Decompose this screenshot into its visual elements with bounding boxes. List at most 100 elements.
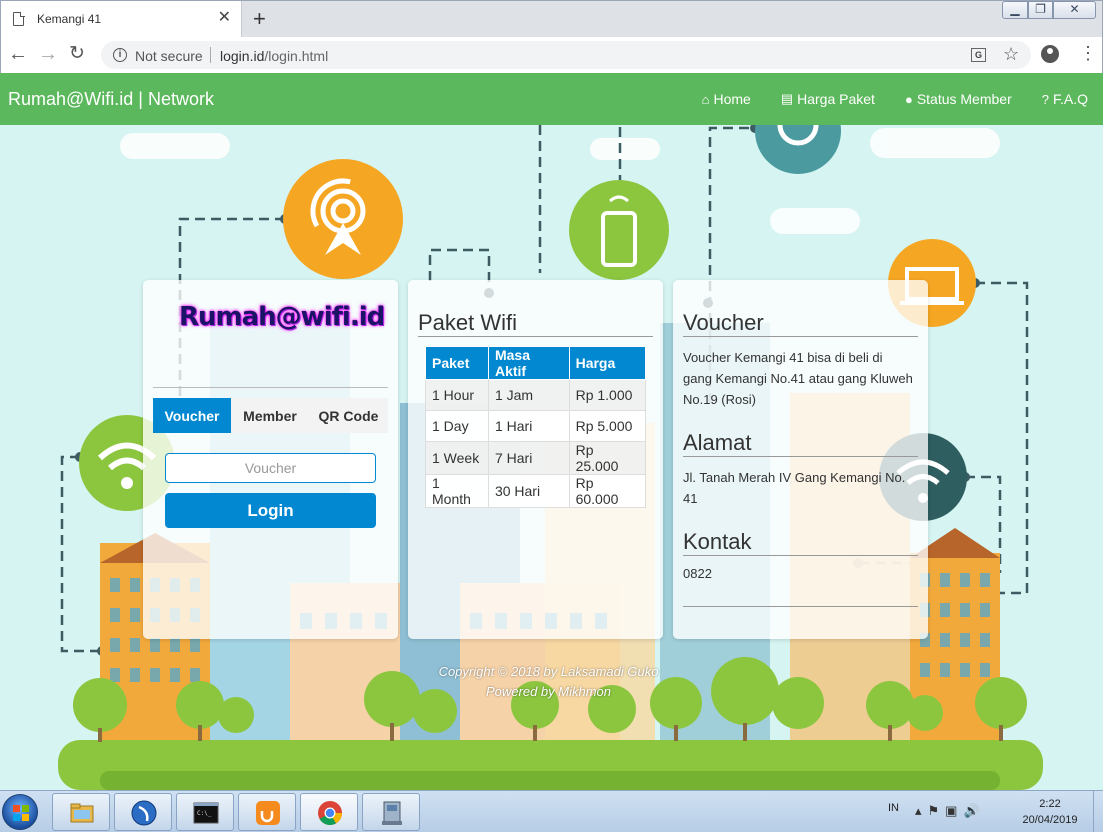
divider xyxy=(683,555,918,556)
maximize-button[interactable]: ❐ xyxy=(1028,1,1053,19)
clock-time: 2:22 xyxy=(1039,798,1061,810)
tab-member[interactable]: Member xyxy=(231,398,309,433)
login-panel: Rumah@wifi.id Voucher Member QR Code Log… xyxy=(143,280,398,639)
url-text[interactable]: login.id/login.html xyxy=(220,48,328,64)
site-logo: Rumah@wifi.id xyxy=(179,302,385,332)
omnibox-divider xyxy=(210,47,211,63)
paket-panel: Paket Wifi Paket Masa Aktif Harga 1 Hour… xyxy=(408,280,663,639)
nav-links: ⌂ Home ▤ Harga Paket ● Status Member ? F… xyxy=(687,73,1103,125)
window-controls: ▁ ❐ ✕ xyxy=(1002,1,1096,21)
top-navbar: Rumah@Wifi.id | Network ⌂ Home ▤ Harga P… xyxy=(0,73,1103,125)
nav-status-member[interactable]: ● Status Member xyxy=(890,73,1027,125)
nav-home-label: Home xyxy=(713,91,751,107)
bookmark-star-icon[interactable]: ☆ xyxy=(1003,44,1019,65)
language-indicator[interactable]: IN xyxy=(888,802,899,814)
paket-table: Paket Masa Aktif Harga 1 Hour 1 Jam Rp 1… xyxy=(425,346,647,508)
kebab-menu-icon[interactable]: ⋮ xyxy=(1079,43,1097,63)
table-cell: 30 Hari xyxy=(487,474,570,508)
powered-by-text: Powered by Mikhmon xyxy=(486,684,611,699)
browser-toolbar: ← → ↻ i Not secure login.id/login.html G… xyxy=(0,37,1103,73)
brand-title[interactable]: Rumah@Wifi.id | Network xyxy=(8,89,214,110)
copyright-text: Copyright © 2018 by Laksamadi Guko xyxy=(438,664,659,679)
table-cell: 1 Hour xyxy=(425,379,489,411)
show-desktop-button[interactable] xyxy=(1093,791,1103,832)
system-tray-icons[interactable]: ▴⚑▣🔊 xyxy=(915,803,986,819)
alamat-text: Jl. Tanah Merah IV Gang Kemangi No. 41 xyxy=(683,470,906,506)
tab-voucher[interactable]: Voucher xyxy=(153,398,231,433)
info-panel: Voucher Voucher Kemangi 41 bisa di beli … xyxy=(673,280,928,639)
divider xyxy=(683,456,918,457)
paket-title: Paket Wifi xyxy=(418,310,518,335)
table-cell: 1 Month xyxy=(425,474,489,508)
info-icon[interactable]: i xyxy=(113,48,127,62)
url-path: /login.html xyxy=(264,48,329,64)
browser-tab-strip: Kemangi 41 ✕ + ▁ ❐ ✕ xyxy=(0,0,1103,38)
taskbar-uc-browser[interactable] xyxy=(238,793,296,831)
voucher-description: Voucher Kemangi 41 bisa di beli di gang … xyxy=(683,350,913,407)
divider xyxy=(153,387,388,388)
column-header: Harga xyxy=(568,346,647,380)
app-circle-icon xyxy=(131,800,157,826)
url-host: login.id xyxy=(220,48,265,64)
tab-title: Kemangi 41 xyxy=(37,12,102,26)
taskbar: C:\_ IN ▴⚑▣🔊 2:22 20/04/2019 xyxy=(0,790,1103,832)
forward-arrow-icon[interactable]: → xyxy=(38,43,58,65)
taskbar-network-app[interactable] xyxy=(362,793,420,831)
windows-logo-icon xyxy=(13,805,29,821)
table-cell: Rp 25.000 xyxy=(568,441,647,475)
voucher-heading: Voucher xyxy=(683,310,764,335)
address-bar[interactable]: i Not secure login.id/login.html G ☆ xyxy=(101,41,1031,69)
taskbar-app-blue[interactable] xyxy=(114,793,172,831)
tab-qr-code[interactable]: QR Code xyxy=(309,398,388,433)
table-cell: Rp 5.000 xyxy=(568,410,647,442)
table-row: 1 Hour 1 Jam Rp 1.000 xyxy=(425,379,647,411)
clock-date: 20/04/2019 xyxy=(1022,814,1078,826)
translate-icon[interactable]: G xyxy=(971,48,986,62)
table-cell: 1 Day xyxy=(425,410,489,442)
table-cell: 1 Hari xyxy=(487,410,570,442)
nav-harga-paket-label: Harga Paket xyxy=(797,91,875,107)
minimize-button[interactable]: ▁ xyxy=(1002,1,1028,19)
table-header-row: Paket Masa Aktif Harga xyxy=(425,346,647,380)
folder-icon xyxy=(70,803,94,823)
taskbar-explorer[interactable] xyxy=(52,793,110,831)
reload-icon[interactable]: ↻ xyxy=(69,43,85,65)
taskbar-clock[interactable]: 2:22 20/04/2019 xyxy=(1014,796,1086,828)
question-icon: ? xyxy=(1041,91,1049,107)
taskbar-cmd[interactable]: C:\_ xyxy=(176,793,234,831)
close-window-button[interactable]: ✕ xyxy=(1053,1,1096,19)
kontak-text: 0822 xyxy=(683,566,712,581)
footer: Copyright © 2018 by Laksamadi Guko Power… xyxy=(0,662,1097,702)
login-tabs: Voucher Member QR Code xyxy=(153,398,388,433)
table-row: 1 Month 30 Hari Rp 60.000 xyxy=(425,474,647,508)
home-icon: ⌂ xyxy=(701,91,710,107)
taskbar-chrome[interactable] xyxy=(300,793,358,831)
table-cell: Rp 60.000 xyxy=(568,474,647,508)
start-button[interactable] xyxy=(2,794,38,830)
computer-icon xyxy=(382,801,402,825)
column-header: Masa Aktif xyxy=(487,346,570,380)
new-tab-button[interactable]: + xyxy=(253,6,266,32)
tab-close-button[interactable]: ✕ xyxy=(218,9,231,27)
page-content: Rumah@Wifi.id | Network ⌂ Home ▤ Harga P… xyxy=(0,73,1103,790)
divider xyxy=(683,606,918,607)
table-row: 1 Week 7 Hari Rp 25.000 xyxy=(425,441,647,475)
security-label: Not secure xyxy=(135,48,203,64)
login-button[interactable]: Login xyxy=(165,493,376,528)
ground-shadow xyxy=(100,771,1000,790)
page-icon xyxy=(13,11,25,26)
browser-tab[interactable]: Kemangi 41 ✕ xyxy=(1,1,242,38)
nav-harga-paket[interactable]: ▤ Harga Paket xyxy=(766,73,890,125)
list-icon: ▤ xyxy=(780,91,794,106)
svg-text:C:\_: C:\_ xyxy=(197,810,212,817)
nav-home[interactable]: ⌂ Home xyxy=(687,73,766,125)
voucher-input[interactable] xyxy=(165,453,376,483)
alamat-heading: Alamat xyxy=(683,430,752,455)
profile-icon[interactable] xyxy=(1041,45,1059,63)
back-arrow-icon[interactable]: ← xyxy=(8,43,28,65)
nav-faq[interactable]: ? F.A.Q xyxy=(1027,73,1103,125)
terminal-icon: C:\_ xyxy=(193,802,219,824)
uc-browser-icon xyxy=(256,801,280,825)
nav-status-member-label: Status Member xyxy=(916,91,1012,107)
table-row: 1 Day 1 Hari Rp 5.000 xyxy=(425,410,647,442)
